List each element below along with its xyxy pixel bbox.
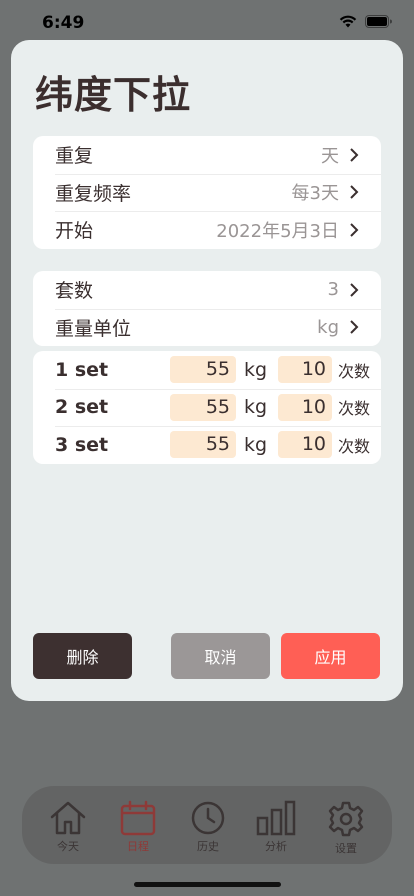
repeat-frequency-row[interactable]: 重复频率 每3天 — [33, 173, 381, 212]
status-time: 6:49 — [42, 13, 85, 33]
battery-icon — [365, 15, 392, 28]
tab-analysis[interactable]: 分析 — [246, 800, 306, 854]
tab-bar: 今天 日程 历史 分析 设置 — [22, 786, 392, 864]
tab-label: 日程 — [127, 840, 149, 853]
sets-card: 1 set 55 kg 10 次数 2 set 55 kg 10 次数 3 se… — [33, 351, 381, 464]
set-count-row[interactable]: 套数 3 — [33, 271, 381, 309]
set-label: 1 set — [55, 358, 109, 381]
reps-unit: 次数 — [338, 361, 371, 381]
start-date-value: 2022年5月3日 — [216, 217, 359, 243]
weight-input[interactable]: 55 — [170, 393, 236, 421]
start-date-row[interactable]: 开始 2022年5月3日 — [33, 211, 381, 249]
weight-unit-value: kg — [317, 317, 359, 338]
chevron-right-icon — [350, 320, 359, 334]
chevron-right-icon — [350, 148, 359, 162]
edit-schedule-sheet: 纬度下拉 重复 天 重复频率 每3天 开始 2022年5月3日 套数 3 重量单… — [11, 40, 403, 701]
clock-icon — [191, 801, 225, 835]
set-row: 2 set 55 kg 10 次数 — [33, 388, 381, 427]
reps-input[interactable]: 10 — [278, 431, 332, 459]
set-count-value: 3 — [328, 279, 359, 300]
set-label: 2 set — [55, 396, 109, 419]
weight-input[interactable]: 55 — [170, 356, 236, 384]
weight-unit: kg — [244, 396, 268, 419]
tab-schedule[interactable]: 日程 — [108, 800, 168, 854]
repeat-label: 重复 — [55, 145, 94, 168]
set-row: 3 set 55 kg 10 次数 — [33, 426, 381, 464]
chevron-right-icon — [350, 223, 359, 237]
chevron-right-icon — [350, 185, 359, 199]
wifi-icon — [339, 15, 357, 28]
tab-label: 历史 — [197, 840, 219, 853]
status-bar: 6:49 — [0, 0, 414, 44]
cancel-button[interactable]: 取消 — [171, 633, 270, 679]
repeat-value: 天 — [321, 142, 359, 168]
weight-unit: kg — [244, 433, 268, 456]
weight-input[interactable]: 55 — [170, 431, 236, 459]
reps-input[interactable]: 10 — [278, 393, 332, 421]
repeat-frequency-value: 每3天 — [292, 179, 359, 205]
home-indicator — [134, 882, 281, 887]
tab-label: 设置 — [335, 842, 357, 855]
tab-label: 今天 — [57, 840, 79, 853]
calendar-icon — [120, 800, 156, 836]
schedule-card: 重复 天 重复频率 每3天 开始 2022年5月3日 — [33, 136, 381, 249]
repeat-row[interactable]: 重复 天 — [33, 136, 381, 174]
status-icons — [339, 15, 392, 28]
apply-button[interactable]: 应用 — [281, 633, 380, 679]
start-date-label: 开始 — [55, 220, 94, 243]
tab-settings[interactable]: 设置 — [316, 800, 376, 856]
set-count-label: 套数 — [55, 280, 94, 303]
reps-unit: 次数 — [338, 399, 371, 419]
bar-chart-icon — [256, 800, 296, 836]
weight-unit: kg — [244, 358, 268, 381]
reps-input[interactable]: 10 — [278, 356, 332, 384]
set-label: 3 set — [55, 433, 109, 456]
weight-unit-label: 重量单位 — [55, 317, 132, 340]
tab-history[interactable]: 历史 — [178, 800, 238, 854]
reps-unit: 次数 — [338, 436, 371, 456]
chevron-right-icon — [350, 283, 359, 297]
gear-icon — [328, 801, 364, 837]
tab-today[interactable]: 今天 — [38, 800, 98, 854]
config-card: 套数 3 重量单位 kg — [33, 271, 381, 346]
sheet-title: 纬度下拉 — [35, 73, 192, 117]
set-row: 1 set 55 kg 10 次数 — [33, 351, 381, 389]
tab-label: 分析 — [265, 840, 287, 853]
weight-unit-row[interactable]: 重量单位 kg — [33, 308, 381, 347]
delete-button[interactable]: 删除 — [33, 633, 132, 679]
repeat-frequency-label: 重复频率 — [55, 182, 132, 205]
home-icon — [50, 801, 86, 835]
